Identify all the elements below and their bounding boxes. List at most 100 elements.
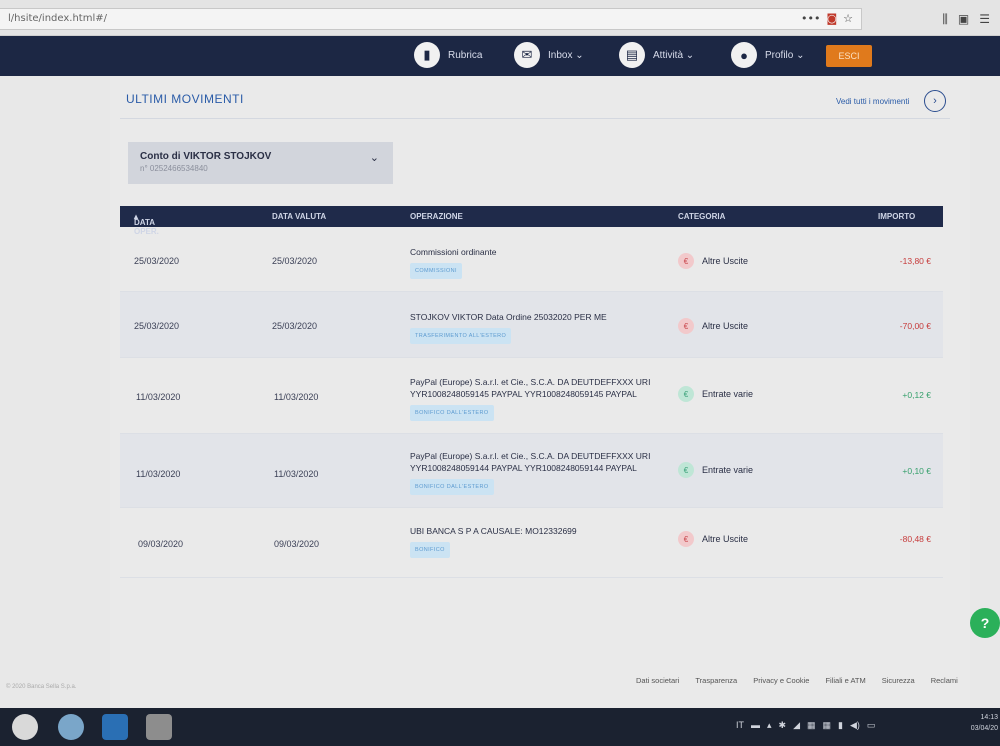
description-line: UBI BANCA S P A CAUSALE: MO12332699 (410, 526, 577, 536)
nav-profilo[interactable]: ● Profilo ⌄ (731, 42, 805, 68)
user-icon: ● (731, 42, 757, 68)
footer-link-filiali[interactable]: Filiali e ATM (825, 676, 865, 685)
table-row[interactable]: 11/03/2020 11/03/2020 PayPal (Europe) S.… (120, 434, 943, 508)
column-importo[interactable]: IMPORTO (878, 212, 915, 221)
pocket-icon[interactable]: ◙ (826, 12, 837, 25)
description-line: YYR1008248059145 PAYPAL YYR1008248059145… (410, 389, 637, 399)
exit-button[interactable]: ESCI (826, 45, 872, 67)
internet-explorer-icon[interactable] (102, 714, 128, 740)
data-oper: 25/03/2020 (134, 321, 180, 331)
category: € Entrate varie (678, 462, 753, 478)
operation-tag: BONIFICO (410, 542, 450, 558)
category: € Altre Uscite (678, 253, 748, 269)
column-categoria[interactable]: CATEGORIA (678, 212, 725, 221)
data-valuta: 25/03/2020 (272, 256, 318, 266)
chrome-icon[interactable] (12, 714, 38, 740)
see-all-movements-link[interactable]: Vedi tutti i movimenti (836, 97, 909, 106)
nav-label: Profilo ⌄ (765, 49, 805, 61)
arrow-right-icon[interactable]: › (924, 90, 946, 112)
top-navigation: ▮ Rubrica ✉ Inbox ⌄ ▤ Attività ⌄ ● Profi… (0, 36, 1000, 76)
bookmark-star-icon[interactable]: ☆ (843, 12, 853, 25)
description-line: Commissioni ordinante (410, 247, 497, 257)
address-book-icon: ▮ (414, 42, 440, 68)
euro-icon: € (678, 462, 694, 478)
amount: -80,48 € (899, 534, 931, 544)
data-oper: 11/03/2020 (136, 469, 181, 479)
table-row[interactable]: 11/03/2020 11/03/2020 PayPal (Europe) S.… (120, 358, 943, 434)
description-line: PayPal (Europe) S.a.r.l. et Cie., S.C.A.… (410, 451, 651, 461)
footer-links: Dati societari Trasparenza Privacy e Coo… (636, 676, 958, 685)
network-icon[interactable]: ◢ (793, 720, 800, 731)
nav-label: Attività ⌄ (653, 49, 695, 61)
notification-icon[interactable]: ▭ (867, 720, 876, 731)
category: € Altre Uscite (678, 318, 748, 334)
nav-label: Inbox ⌄ (548, 49, 584, 61)
nav-rubrica[interactable]: ▮ Rubrica (414, 42, 482, 68)
data-valuta: 09/03/2020 (274, 539, 320, 549)
firefox-icon[interactable] (58, 714, 84, 740)
category-label: Altre Uscite (702, 256, 749, 266)
operation-tag: TRASFERIMENTO ALL'ESTERO (410, 328, 512, 344)
nav-inbox[interactable]: ✉ Inbox ⌄ (514, 42, 584, 68)
column-operazione[interactable]: OPERAZIONE (410, 212, 463, 221)
nav-label: Rubrica (448, 49, 483, 61)
table-row[interactable]: 25/03/2020 25/03/2020 Commissioni ordina… (120, 227, 943, 292)
amount: -70,00 € (899, 321, 931, 331)
category: € Entrate varie (678, 386, 753, 402)
data-oper: 25/03/2020 (134, 256, 180, 266)
amount: +0,10 € (902, 466, 931, 476)
chevron-down-icon: ⌄ (369, 152, 379, 164)
data-valuta: 25/03/2020 (272, 321, 318, 331)
battery-icon[interactable]: ▮ (838, 720, 843, 731)
bluetooth-icon[interactable]: ✱ (779, 720, 787, 731)
footer-link-reclami[interactable]: Reclami (931, 676, 958, 685)
footer-link-sicurezza[interactable]: Sicurezza (882, 676, 915, 685)
folder-icon[interactable]: ▬ (751, 720, 760, 731)
operation-description: STOJKOV VIKTOR Data Ordine 25032020 PER … (410, 311, 660, 344)
description-line: YYR1008248059144 PAYPAL YYR1008248059144… (410, 463, 637, 473)
category-label: Altre Uscite (702, 321, 749, 331)
table-header: DATA OPER. ▴ DATA VALUTA OPERAZIONE CATE… (120, 206, 943, 236)
sidebar-icon[interactable]: ▣ (958, 12, 969, 27)
language-indicator[interactable]: IT (736, 720, 744, 731)
clock-date: 03/04/20 (970, 725, 998, 732)
more-actions-icon[interactable]: ••• (801, 12, 820, 25)
operation-description: Commissioni ordinante COMMISSIONI (410, 246, 660, 279)
data-valuta: 11/03/2020 (274, 469, 319, 479)
category-label: Entrate varie (702, 465, 754, 475)
account-selector[interactable]: Conto di VIKTOR STOJKOV n° 0252466534840… (128, 142, 393, 184)
category-label: Altre Uscite (702, 534, 749, 544)
system-tray: IT ▬ ▴ ✱ ◢ ▦ ▦ ▮ ◀) ▭ (736, 720, 875, 731)
tools-icon[interactable] (146, 714, 172, 740)
euro-icon: € (678, 531, 694, 547)
column-data-valuta[interactable]: DATA VALUTA (272, 212, 326, 221)
menu-icon[interactable]: ☰ (979, 12, 990, 27)
operation-tag: BONIFICO DALL'ESTERO (410, 405, 494, 421)
system-clock[interactable]: 14:13 03/04/20 (968, 712, 998, 734)
nav-attivita[interactable]: ▤ Attività ⌄ (619, 42, 694, 68)
data-valuta: 11/03/2020 (274, 392, 319, 402)
clipboard-icon: ▤ (619, 42, 645, 68)
volume-icon[interactable]: ◀) (850, 720, 860, 731)
address-bar[interactable]: l/hsite/index.html#/ ••• ◙ ☆ (0, 8, 862, 30)
title-divider (120, 118, 950, 119)
table-row[interactable]: 25/03/2020 25/03/2020 STOJKOV VIKTOR Dat… (120, 292, 943, 358)
data-oper: 11/03/2020 (136, 392, 181, 402)
mail-icon: ✉ (514, 42, 540, 68)
footer-link-dati-societari[interactable]: Dati societari (636, 676, 679, 685)
euro-icon: € (678, 253, 694, 269)
footer-link-privacy[interactable]: Privacy e Cookie (753, 676, 809, 685)
operation-description: UBI BANCA S P A CAUSALE: MO12332699 BONI… (410, 525, 660, 558)
description-line: STOJKOV VIKTOR Data Ordine 25032020 PER … (410, 312, 607, 322)
app-tray-icon[interactable]: ▦ (823, 720, 832, 731)
up-arrow-icon[interactable]: ▴ (767, 720, 772, 731)
data-oper: 09/03/2020 (138, 539, 184, 549)
library-icon[interactable]: ⫼ (942, 12, 948, 27)
footer-link-trasparenza[interactable]: Trasparenza (695, 676, 737, 685)
column-data-oper[interactable]: DATA OPER. ▴ (134, 212, 159, 236)
account-number: n° 0252466534840 (140, 164, 208, 173)
euro-icon: € (678, 386, 694, 402)
table-row[interactable]: 09/03/2020 09/03/2020 UBI BANCA S P A CA… (120, 508, 943, 578)
app-tray-icon[interactable]: ▦ (807, 720, 816, 731)
help-button[interactable]: ? (970, 608, 1000, 638)
